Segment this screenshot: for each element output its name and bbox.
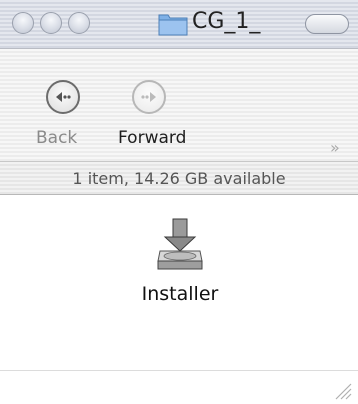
resize-grip-icon[interactable] — [332, 380, 352, 400]
folder-icon — [158, 14, 188, 36]
forward-label: Forward — [118, 128, 187, 148]
installer-icon — [157, 218, 203, 270]
close-button[interactable] — [12, 12, 34, 34]
forward-button[interactable] — [132, 80, 166, 114]
toolbar-toggle-button[interactable] — [305, 14, 349, 34]
chevron-more-icon[interactable]: » — [330, 138, 340, 157]
back-arrow-icon — [56, 92, 71, 102]
bottom-bar — [0, 370, 358, 404]
file-item[interactable]: Installer — [110, 217, 250, 317]
back-button[interactable] — [46, 80, 80, 114]
zoom-button[interactable] — [68, 12, 90, 34]
status-bar: 1 item, 14.26 GB available — [0, 161, 358, 195]
minimize-button[interactable] — [40, 12, 62, 34]
file-label: Installer — [141, 283, 219, 305]
status-text: 1 item, 14.26 GB available — [72, 169, 286, 188]
title-bar: CG_1_ — [0, 0, 358, 49]
window-title: CG_1_ — [192, 9, 261, 34]
file-browser-content: Installer — [0, 195, 358, 370]
back-label: Back — [36, 128, 78, 148]
forward-arrow-icon — [141, 92, 156, 102]
